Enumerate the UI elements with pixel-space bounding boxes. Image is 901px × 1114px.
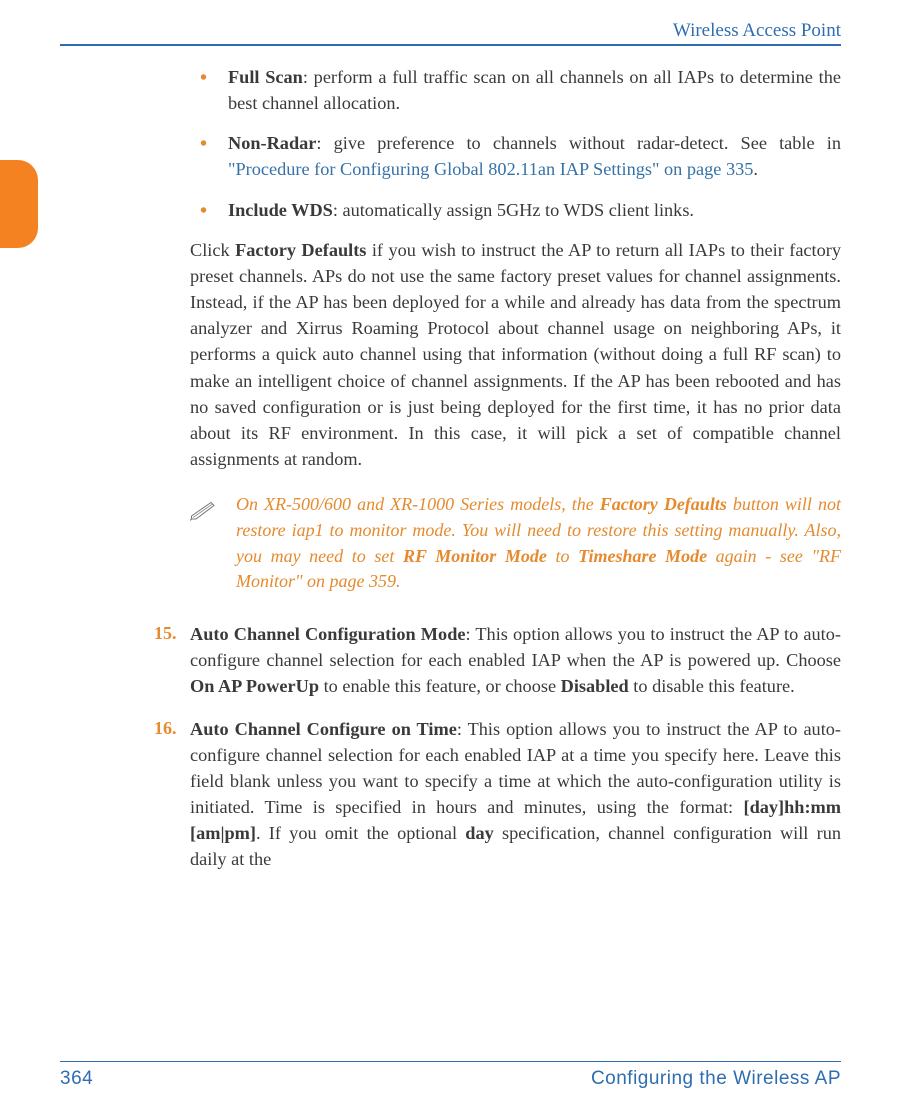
bullet-text: : automatically assign 5GHz to WDS clien… (333, 200, 694, 220)
text: to disable this feature. (629, 676, 795, 696)
item-number: 16. (154, 716, 177, 742)
bullet-text: : give preference to channels without ra… (316, 133, 841, 153)
bullet-non-radar: Non-Radar: give preference to channels w… (228, 130, 841, 182)
text: Click (190, 240, 235, 260)
item-16: 16. Auto Channel Configure on Time: This… (190, 716, 841, 873)
term: On AP PowerUp (190, 676, 319, 696)
item-15: 15. Auto Channel Configuration Mode: Thi… (190, 621, 841, 699)
term: Disabled (561, 676, 629, 696)
bullet-label: Non-Radar (228, 133, 316, 153)
term: Timeshare Mode (578, 546, 707, 566)
note-pen-icon (190, 492, 236, 531)
side-tab-marker (0, 160, 38, 248)
note-block: On XR-500/600 and XR-1000 Series models,… (190, 492, 841, 595)
item-number: 15. (154, 621, 177, 647)
page-footer: 364 Configuring the Wireless AP (60, 1061, 841, 1090)
item-title: Auto Channel Configure on Time (190, 719, 457, 739)
paragraph-factory-defaults: Click Factory Defaults if you wish to in… (190, 237, 841, 472)
term: RF Monitor Mode (403, 546, 547, 566)
bullet-label: Full Scan (228, 67, 303, 87)
text: On XR-500/600 and XR-1000 Series models,… (236, 494, 600, 514)
bullet-full-scan: Full Scan: perform a full traffic scan o… (228, 64, 841, 116)
content-area: Full Scan: perform a full traffic scan o… (190, 64, 841, 873)
text: . If you omit the optional (256, 823, 465, 843)
page-header: Wireless Access Point (60, 20, 841, 46)
text: if you wish to instruct the AP to return… (190, 240, 841, 469)
bullet-label: Include WDS (228, 200, 333, 220)
footer-section-title: Configuring the Wireless AP (591, 1068, 841, 1090)
bullet-text: : perform a full traffic scan on all cha… (228, 67, 841, 113)
term-day: day (465, 823, 493, 843)
note-text: On XR-500/600 and XR-1000 Series models,… (236, 492, 841, 595)
bullet-include-wds: Include WDS: automatically assign 5GHz t… (228, 197, 841, 223)
header-title: Wireless Access Point (673, 20, 841, 41)
page: Wireless Access Point Full Scan: perform… (0, 0, 901, 1114)
term-factory-defaults: Factory Defaults (235, 240, 366, 260)
text: to (547, 546, 578, 566)
bullet-text-end: . (753, 159, 758, 179)
page-number: 364 (60, 1068, 93, 1090)
item-title: Auto Channel Configuration Mode (190, 624, 465, 644)
term: Factory Defaults (600, 494, 727, 514)
bullet-list: Full Scan: perform a full traffic scan o… (190, 64, 841, 223)
cross-ref-link[interactable]: "Procedure for Configuring Global 802.11… (228, 159, 753, 179)
text: to enable this feature, or choose (319, 676, 561, 696)
